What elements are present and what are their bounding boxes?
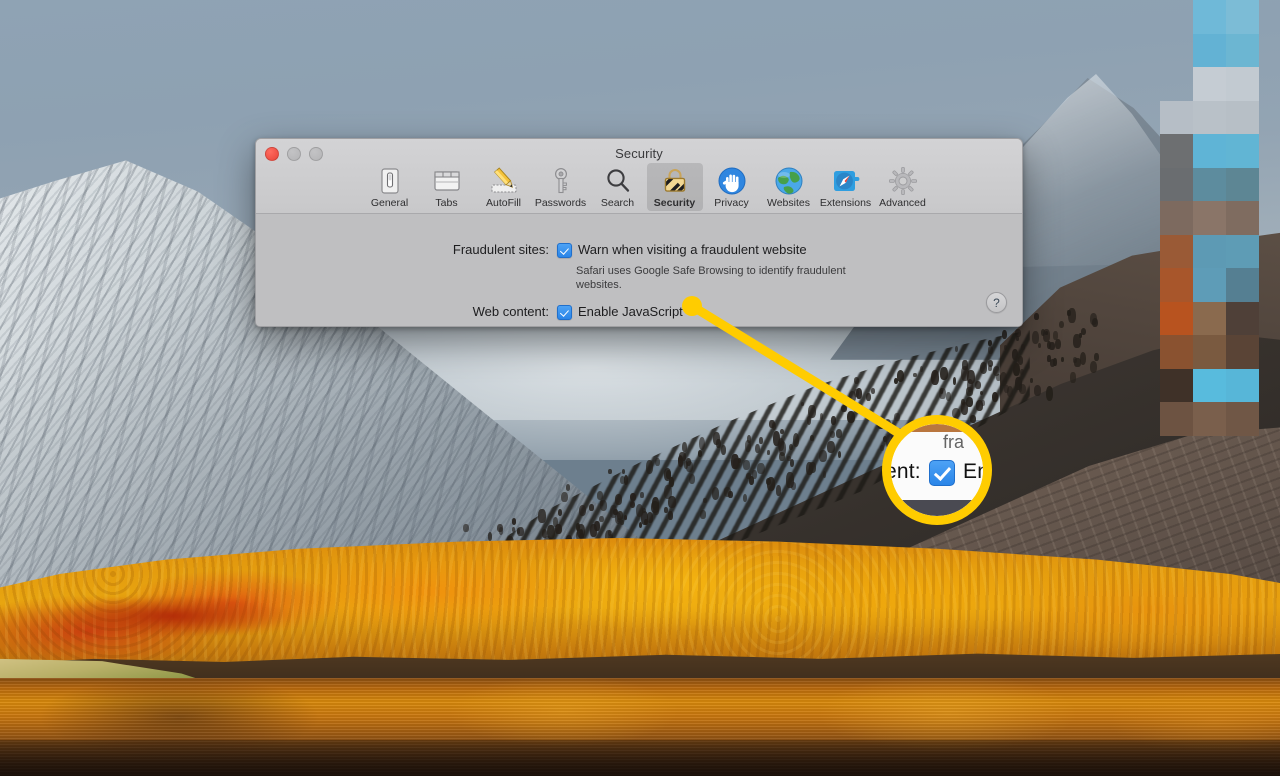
redaction-block (1226, 67, 1259, 101)
toolbar-item-general[interactable]: General (362, 163, 418, 211)
redaction-block (1226, 335, 1259, 369)
toolbar-item-label: Passwords (534, 197, 587, 209)
toolbar-item-tabs[interactable]: Tabs (419, 163, 475, 211)
extensions-icon (831, 166, 861, 196)
desktop-wallpaper (0, 0, 1280, 776)
fraudulent-sites-label: Fraudulent sites: (452, 242, 549, 257)
toolbar-item-label: Search (600, 197, 635, 209)
toolbar-item-extensions[interactable]: Extensions (818, 163, 874, 211)
tabs-icon (432, 166, 462, 196)
autofill-icon (489, 166, 519, 196)
redaction-block (1193, 301, 1226, 335)
toolbar-item-label: Websites (767, 197, 810, 209)
toolbar-item-autofill[interactable]: AutoFill (476, 163, 532, 211)
safari-preferences-window[interactable]: Security General Tabs AutoFill Passwords Sea… (255, 138, 1023, 327)
help-button[interactable]: ? (986, 292, 1007, 313)
toolbar-item-security[interactable]: Security (646, 163, 703, 211)
redaction-block (1193, 134, 1226, 168)
wallpaper-lake-shadow (0, 740, 1280, 776)
redaction-block (1193, 0, 1226, 34)
redaction-block (1226, 268, 1259, 302)
warn-fraudulent-website-label[interactable]: Warn when visiting a fraudulent website (578, 242, 807, 257)
toolbar-item-label: AutoFill (485, 197, 521, 209)
redaction-block (1226, 33, 1259, 67)
redaction-block (1226, 402, 1259, 436)
redaction-block (1226, 134, 1259, 168)
toolbar-item-label: Security (653, 197, 696, 209)
websites-icon (774, 166, 804, 196)
redaction-block (1193, 67, 1226, 101)
enable-javascript-label[interactable]: Enable JavaScript (578, 304, 683, 319)
toolbar-item-label: Advanced (879, 197, 926, 209)
toolbar-item-privacy[interactable]: Privacy (704, 163, 760, 211)
toolbar-item-label: Extensions (819, 197, 872, 209)
redaction-block (1160, 301, 1193, 335)
redaction-block (1193, 201, 1226, 235)
window-title: Security (615, 146, 663, 161)
redaction-block (1193, 368, 1226, 402)
toolbar-item-label: General (370, 197, 409, 209)
security-icon (660, 166, 690, 196)
redaction-block (1193, 100, 1226, 134)
redaction-block (1226, 201, 1259, 235)
toolbar-item-websites[interactable]: Websites (761, 163, 817, 211)
redaction-block (1226, 234, 1259, 268)
preferences-toolbar[interactable]: General Tabs AutoFill Passwords Search Securi… (256, 163, 1022, 213)
safe-browsing-help-text: Safari uses Google Safe Browsing to iden… (576, 265, 846, 291)
redaction-block (1226, 368, 1259, 402)
toolbar-item-advanced[interactable]: Advanced (875, 163, 931, 211)
redaction-block (1193, 335, 1226, 369)
redaction-block (1226, 167, 1259, 201)
web-content-label: Web content: (472, 304, 549, 319)
toolbar-item-passwords[interactable]: Passwords (533, 163, 589, 211)
redaction-block (1193, 234, 1226, 268)
web-content-row: Web content: Enable JavaScript (256, 304, 1022, 320)
redaction-block (1193, 402, 1226, 436)
redaction-block (1160, 402, 1193, 436)
redaction-block (1226, 100, 1259, 134)
toolbar-item-label: Tabs (435, 197, 458, 209)
toolbar-item-search[interactable]: Search (590, 163, 646, 211)
redaction-block (1160, 234, 1193, 268)
redaction-block (1193, 33, 1226, 67)
redaction-block (1160, 201, 1193, 235)
enable-javascript-checkbox[interactable] (557, 305, 572, 320)
redaction-block (1160, 368, 1193, 402)
advanced-icon (888, 166, 918, 196)
privacy-icon (717, 166, 747, 196)
pixelated-redaction-overlay (1160, 0, 1259, 436)
toolbar-item-label: Privacy (714, 197, 749, 209)
fraudulent-sites-row: Fraudulent sites: Warn when visiting a f… (256, 242, 1022, 258)
redaction-block (1193, 268, 1226, 302)
search-icon (603, 166, 633, 196)
passwords-icon (546, 166, 576, 196)
redaction-block (1160, 100, 1193, 134)
redaction-block (1160, 134, 1193, 168)
redaction-block (1226, 301, 1259, 335)
redaction-block (1193, 167, 1226, 201)
preferences-content-pane: Fraudulent sites: Warn when visiting a f… (256, 214, 1022, 326)
window-titlebar[interactable]: Security General Tabs AutoFill Passwords Sea… (256, 139, 1022, 214)
general-icon (375, 166, 405, 196)
redaction-block (1226, 0, 1259, 34)
redaction-block (1160, 335, 1193, 369)
wallpaper-red-foliage-patch (40, 586, 370, 646)
warn-fraudulent-website-checkbox[interactable] (557, 243, 572, 258)
redaction-block (1160, 268, 1193, 302)
redaction-block (1160, 167, 1193, 201)
